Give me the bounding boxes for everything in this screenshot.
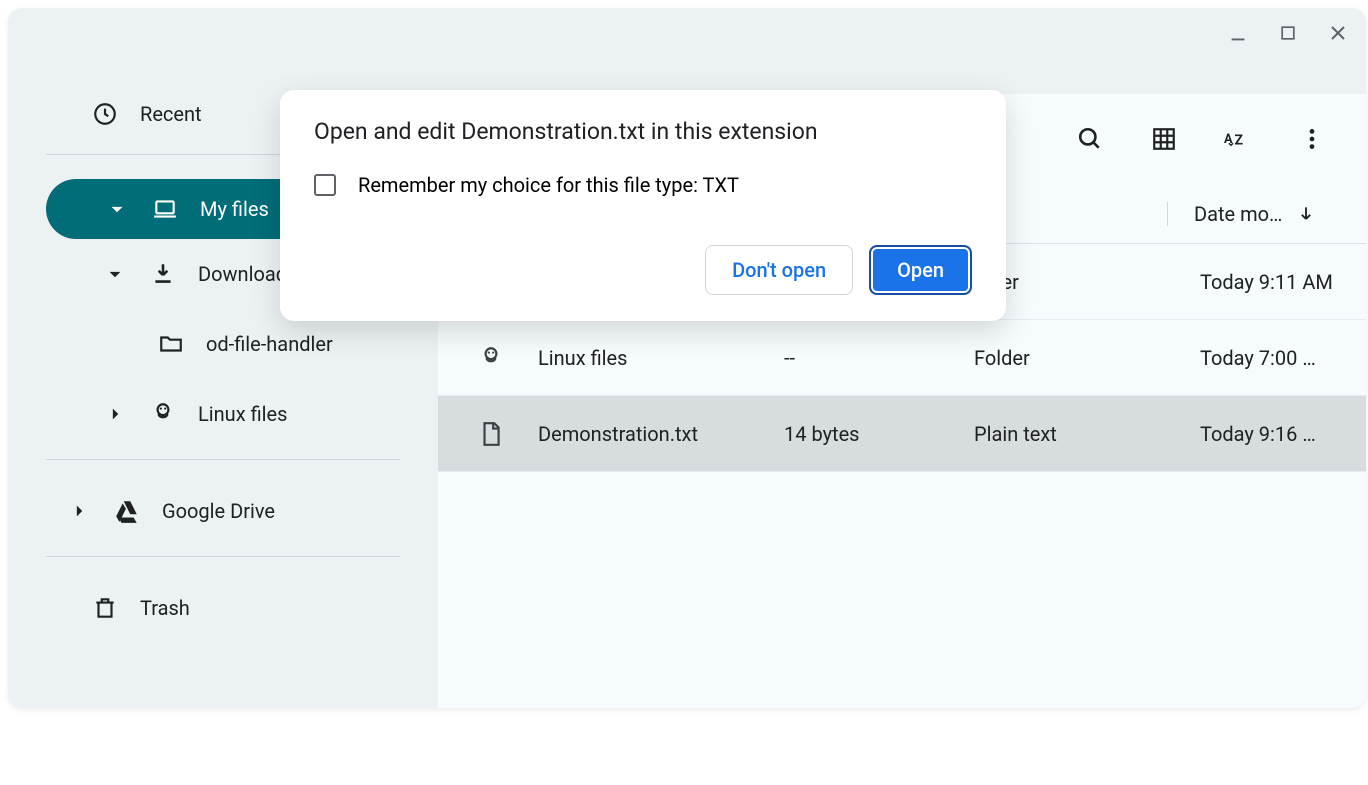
sidebar-item-label: Trash bbox=[140, 596, 190, 620]
sidebar-item-label: My files bbox=[200, 197, 269, 221]
sidebar-item-label: od-file-handler bbox=[206, 332, 333, 356]
penguin-icon bbox=[150, 401, 176, 427]
trash-icon bbox=[92, 595, 118, 621]
folder-icon bbox=[158, 331, 184, 357]
download-icon bbox=[150, 261, 176, 287]
penguin-icon bbox=[478, 345, 504, 371]
sort-az-icon: AZ bbox=[1224, 127, 1252, 151]
chevron-down-icon bbox=[102, 261, 128, 287]
chevron-right-icon bbox=[66, 498, 92, 524]
clock-icon bbox=[92, 101, 118, 127]
grid-icon bbox=[1151, 126, 1177, 152]
search-button[interactable] bbox=[1076, 125, 1104, 153]
table-row[interactable]: Linux files -- Folder Today 7:00 … bbox=[438, 320, 1366, 396]
window-titlebar bbox=[8, 8, 1366, 58]
col-date[interactable]: Date mo… bbox=[1168, 202, 1366, 226]
sidebar-item-trash[interactable]: Trash bbox=[8, 573, 398, 643]
more-button[interactable] bbox=[1298, 125, 1326, 153]
sidebar-item-linux[interactable]: Linux files bbox=[8, 379, 398, 449]
maximize-button[interactable] bbox=[1276, 21, 1300, 45]
sidebar-item-label: Google Drive bbox=[162, 499, 275, 523]
checkbox[interactable] bbox=[314, 174, 336, 196]
more-vert-icon bbox=[1299, 126, 1325, 152]
remember-choice-row[interactable]: Remember my choice for this file type: T… bbox=[314, 173, 972, 197]
open-file-dialog: Open and edit Demonstration.txt in this … bbox=[280, 90, 1006, 321]
files-app-window: Recent My files Downloads od-file-handle… bbox=[8, 8, 1366, 708]
chevron-down-icon bbox=[104, 196, 130, 222]
table-row[interactable]: Demonstration.txt 14 bytes Plain text To… bbox=[438, 396, 1366, 472]
sidebar-item-label: Recent bbox=[140, 102, 202, 126]
sort-desc-icon bbox=[1296, 204, 1316, 224]
dont-open-button[interactable]: Don't open bbox=[705, 245, 853, 295]
search-icon bbox=[1077, 126, 1103, 152]
drive-icon bbox=[114, 498, 140, 524]
grid-view-button[interactable] bbox=[1150, 125, 1178, 153]
minimize-button[interactable] bbox=[1226, 21, 1250, 45]
sort-button[interactable]: AZ bbox=[1224, 125, 1252, 153]
svg-text:Z: Z bbox=[1235, 133, 1244, 149]
close-button[interactable] bbox=[1326, 21, 1350, 45]
chevron-right-icon bbox=[102, 401, 128, 427]
dialog-title: Open and edit Demonstration.txt in this … bbox=[314, 118, 972, 145]
sidebar-item-label: Linux files bbox=[198, 402, 287, 426]
remember-label: Remember my choice for this file type: T… bbox=[358, 173, 739, 197]
sidebar-item-gdrive[interactable]: Google Drive bbox=[8, 476, 398, 546]
laptop-icon bbox=[152, 196, 178, 222]
open-button[interactable]: Open bbox=[869, 245, 972, 295]
file-icon bbox=[478, 421, 504, 447]
